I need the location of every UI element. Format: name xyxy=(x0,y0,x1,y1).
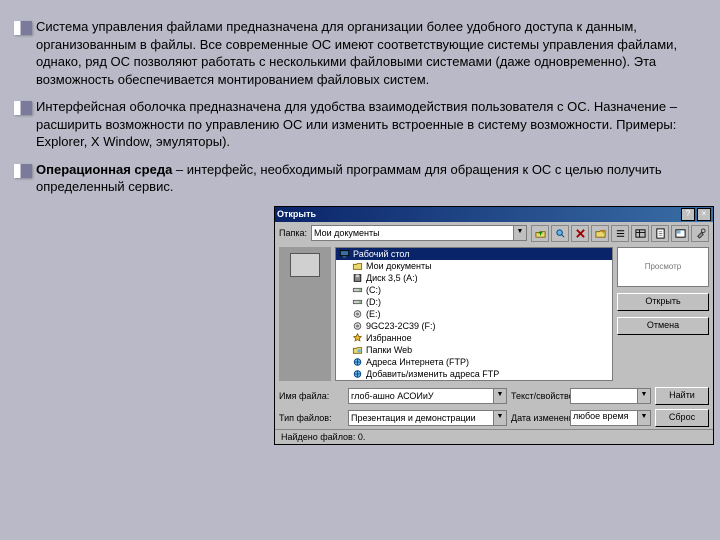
bullet-marker xyxy=(14,101,32,115)
lookin-combo[interactable]: Мои документы ▼ xyxy=(311,225,527,241)
properties-icon[interactable] xyxy=(651,225,669,242)
places-bar xyxy=(279,247,331,381)
tree-item[interactable]: Добавить/изменить адреса FTP xyxy=(336,368,612,380)
titlebar: Открыть ? × xyxy=(275,207,713,222)
tree-item[interactable]: Избранное xyxy=(336,332,612,344)
open-button[interactable]: Открыть xyxy=(617,293,709,311)
chevron-down-icon: ▼ xyxy=(637,411,650,425)
lookin-label: Папка: xyxy=(279,228,307,238)
tree-item[interactable]: 9GC23-2C39 (F:) xyxy=(336,320,612,332)
paragraph-3: Операционная среда – интерфейс, необходи… xyxy=(36,161,706,196)
filename-combo[interactable]: глоб-ашно АСОИиУ ▼ xyxy=(348,388,507,404)
file-list[interactable]: Рабочий стол Мои документы Диск 3,5 (A:)… xyxy=(335,247,613,381)
lookin-value: Мои документы xyxy=(314,228,380,238)
filetype-combo[interactable]: Презентация и демонстрации ▼ xyxy=(348,410,507,426)
cancel-button[interactable]: Отмена xyxy=(617,317,709,335)
date-label: Дата изменения: xyxy=(511,413,566,423)
text-prop-label: Текст/свойство: xyxy=(511,391,566,401)
globe-icon xyxy=(352,369,363,379)
places-slot[interactable] xyxy=(290,253,320,277)
filename-label: Имя файла: xyxy=(279,391,344,401)
cd-icon xyxy=(352,309,363,319)
cd-icon xyxy=(352,321,363,331)
toolbar: Папка: Мои документы ▼ xyxy=(275,222,713,245)
chevron-down-icon: ▼ xyxy=(493,389,506,403)
web-search-icon[interactable] xyxy=(551,225,569,242)
date-combo[interactable]: любое время ▼ xyxy=(570,410,651,426)
globe-icon xyxy=(352,357,363,367)
drive-icon xyxy=(352,297,363,307)
tree-item[interactable]: Папки Web xyxy=(336,344,612,356)
tree-item[interactable]: (E:) xyxy=(336,308,612,320)
reset-button[interactable]: Сброс xyxy=(655,409,709,427)
chevron-down-icon: ▼ xyxy=(513,226,526,240)
find-button[interactable]: Найти xyxy=(655,387,709,405)
filetype-label: Тип файлов: xyxy=(279,413,344,423)
paragraph-2: Интерфейсная оболочка предназначена для … xyxy=(36,98,706,151)
drive-icon xyxy=(352,285,363,295)
text-prop-combo[interactable]: ▼ xyxy=(570,388,651,404)
paragraph-1: Система управления файлами предназначена… xyxy=(36,18,706,88)
floppy-icon xyxy=(352,273,363,283)
status-bar: Найдено файлов: 0. xyxy=(275,429,713,444)
tree-item[interactable]: (C:) xyxy=(336,284,612,296)
help-button[interactable]: ? xyxy=(681,208,695,221)
tree-item[interactable]: Адреса Интернета (FTP) xyxy=(336,356,612,368)
chevron-down-icon: ▼ xyxy=(493,411,506,425)
list-view-icon[interactable] xyxy=(611,225,629,242)
tree-item[interactable]: (D:) xyxy=(336,296,612,308)
new-folder-icon[interactable] xyxy=(591,225,609,242)
preview-pane: Просмотр xyxy=(617,247,709,287)
close-button[interactable]: × xyxy=(697,208,711,221)
desktop-icon xyxy=(339,249,350,259)
open-dialog: Открыть ? × Папка: Мои документы ▼ xyxy=(274,206,714,445)
chevron-down-icon: ▼ xyxy=(637,389,650,403)
delete-icon[interactable] xyxy=(571,225,589,242)
bullet-marker xyxy=(14,21,32,35)
para3-term: Операционная среда xyxy=(36,162,172,177)
bullet-marker xyxy=(14,164,32,178)
tree-item[interactable]: Диск 3,5 (A:) xyxy=(336,272,612,284)
up-folder-icon[interactable] xyxy=(531,225,549,242)
web-folder-icon xyxy=(352,345,363,355)
preview-icon[interactable] xyxy=(671,225,689,242)
star-icon xyxy=(352,333,363,343)
folder-icon xyxy=(352,261,363,271)
tree-item[interactable]: Мои документы xyxy=(336,260,612,272)
dialog-title: Открыть xyxy=(277,209,679,219)
tree-desktop[interactable]: Рабочий стол xyxy=(336,248,612,260)
details-view-icon[interactable] xyxy=(631,225,649,242)
tools-icon[interactable] xyxy=(691,225,709,242)
